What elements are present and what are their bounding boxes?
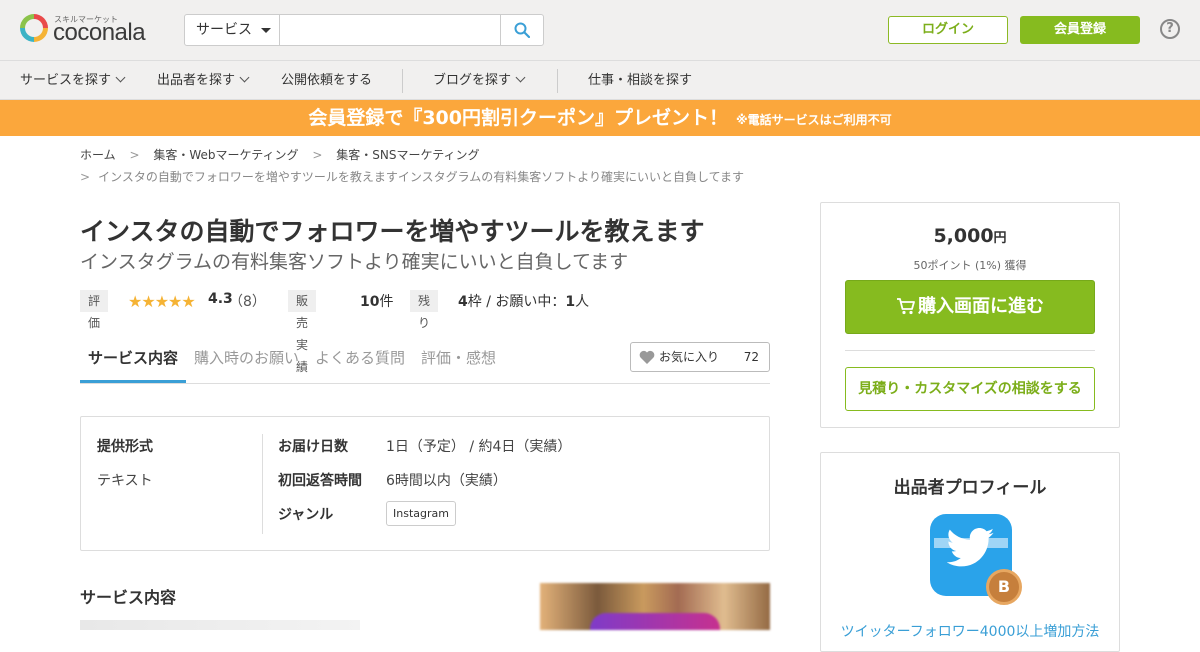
breadcrumb: ホーム > 集客・Webマーケティング > 集客・SNSマーケティング	[80, 146, 490, 163]
logo-text: coconala	[53, 19, 146, 46]
search-icon	[514, 22, 530, 38]
reply-value: 6時間以内（実績）	[386, 473, 507, 489]
nav-divider	[402, 69, 403, 93]
tab-reviews[interactable]: 評価・感想	[421, 336, 496, 383]
rank-badge-icon: B	[986, 569, 1022, 605]
nav-item-label: 公開依頼をする	[281, 73, 373, 88]
reply-label: 初回返答時間	[278, 473, 362, 489]
breadcrumb-home[interactable]: ホーム	[80, 148, 116, 162]
section-text-placeholder	[80, 620, 360, 630]
buy-button-label: 購入画面に進む	[918, 296, 1044, 317]
delivery-value: 1日（予定） / 約4日（実績）	[386, 439, 572, 455]
chevron-down-icon	[515, 72, 526, 83]
consult-button[interactable]: 見積り・カスタマイズの相談をする	[845, 367, 1095, 411]
nav-item-find-services[interactable]: サービスを探す	[20, 61, 126, 100]
nav-item-label: ブログを探す	[433, 73, 512, 88]
seller-name-link[interactable]: ツイッターフォロワー4000以上増加方法	[821, 621, 1119, 641]
genre-label: ジャンル	[278, 507, 334, 523]
purchase-box: 5,000円 50ポイント (1%) 獲得 購入画面に進む 見積り・カスタマイズ…	[820, 202, 1120, 428]
breadcrumb-subcategory[interactable]: 集客・SNSマーケティング	[336, 148, 479, 162]
breadcrumb-current: > インスタの自動でフォロワーを増やすツールを教えますインスタグラムの有料集客ソフ…	[80, 168, 744, 185]
favorite-button[interactable]: お気に入り 72	[630, 342, 770, 372]
points-earned: 50ポイント (1%) 獲得	[913, 259, 1027, 272]
info-divider	[262, 434, 263, 534]
cart-icon	[897, 298, 915, 315]
profile-title: 出品者プロフィール	[893, 478, 1047, 498]
tab-service-details[interactable]: サービス内容	[80, 336, 187, 383]
nav-item-find-sellers[interactable]: 出品者を探す	[157, 61, 250, 100]
page-title: インスタの自動でフォロワーを増やすツールを教えます	[80, 217, 705, 246]
nav-item-label: 出品者を探す	[157, 73, 236, 88]
purchase-divider	[845, 350, 1095, 351]
rating-stars-icon: ★★★★★	[128, 292, 196, 311]
nav-item-post-request[interactable]: 公開依頼をする	[281, 61, 372, 100]
sales-count: 10件	[360, 294, 394, 310]
breadcrumb-category[interactable]: 集客・Webマーケティング	[153, 148, 298, 162]
format-label: 提供形式	[97, 439, 153, 455]
service-tabs: サービス内容 購入時のお願い よくある質問 評価・感想 お気に入り 72	[80, 336, 770, 384]
coupon-banner[interactable]: 会員登録で『300円割引クーポン』プレゼント！ ※電話サービスはご利用不可	[0, 100, 1200, 136]
breadcrumb-current-label: インスタの自動でフォロワーを増やすツールを教えますインスタグラムの有料集客ソフト…	[98, 170, 745, 184]
sales-tag: 販売実績	[288, 290, 317, 374]
nav-item-find-jobs[interactable]: 仕事・相談を探す	[588, 61, 692, 100]
format-value: テキスト	[97, 473, 153, 489]
nav-item-label: 仕事・相談を探す	[588, 73, 693, 88]
service-thumbnail-image[interactable]	[540, 583, 770, 630]
section-title: サービス内容	[80, 588, 177, 607]
avatar-overlay	[934, 538, 1008, 548]
banner-note: ※電話サービスはご利用不可	[736, 113, 892, 127]
banner-main-text: 会員登録で『300円割引クーポン』プレゼント！	[308, 107, 728, 129]
chevron-down-icon	[115, 72, 126, 83]
breadcrumb-separator: >	[312, 148, 323, 162]
chevron-down-icon	[239, 72, 250, 83]
main-nav: サービスを探す 出品者を探す 公開依頼をする ブログを探す 仕事・相談を探す	[0, 61, 1200, 100]
search-button[interactable]	[500, 15, 543, 45]
remaining-count: 4枠 / お願い中：1人	[458, 294, 590, 310]
search-category-select[interactable]: サービス	[185, 15, 280, 45]
genre-chip[interactable]: Instagram	[386, 501, 456, 526]
nav-item-label: サービスを探す	[20, 73, 112, 88]
search-category-label: サービス	[196, 22, 252, 38]
page-subtitle: インスタグラムの有料集客ソフトより確実にいいと自負してます	[80, 251, 629, 273]
caret-down-icon	[261, 28, 271, 33]
seller-profile-box: 出品者プロフィール B ツイッターフォロワー4000以上増加方法	[820, 452, 1120, 652]
nav-divider	[557, 69, 558, 93]
search-input[interactable]	[281, 15, 501, 45]
help-icon[interactable]: ?	[1160, 19, 1180, 39]
search-bar: サービス	[184, 14, 544, 46]
logo-mark-icon	[20, 14, 48, 42]
register-button[interactable]: 会員登録	[1020, 16, 1140, 44]
rating-tag: 評価	[80, 290, 109, 330]
remaining-tag: 残り	[410, 290, 439, 330]
price: 5,000円	[933, 225, 1007, 247]
coconala-logo[interactable]: スキルマーケット coconala	[20, 14, 170, 48]
buy-button[interactable]: 購入画面に進む	[845, 280, 1095, 334]
delivery-label: お届け日数	[278, 439, 348, 455]
favorite-label: お気に入り	[659, 350, 720, 364]
heart-icon	[639, 350, 655, 364]
favorite-count: 72	[743, 350, 759, 364]
tab-purchase-requests[interactable]: 購入時のお願い	[194, 336, 299, 383]
breadcrumb-separator: >	[80, 170, 91, 184]
instagram-icon	[590, 613, 720, 630]
twitter-bird-icon	[947, 528, 995, 567]
review-count[interactable]: （8）	[229, 291, 266, 311]
site-header: スキルマーケット coconala サービス ログイン 会員登録 ?	[0, 0, 1200, 61]
breadcrumb-separator: >	[129, 148, 140, 162]
service-info-box: 提供形式 テキスト お届け日数 1日（予定） / 約4日（実績） 初回返答時間 …	[80, 416, 770, 551]
nav-item-find-blogs[interactable]: ブログを探す	[433, 61, 526, 100]
login-button[interactable]: ログイン	[888, 16, 1008, 44]
tab-faq[interactable]: よくある質問	[315, 336, 405, 383]
